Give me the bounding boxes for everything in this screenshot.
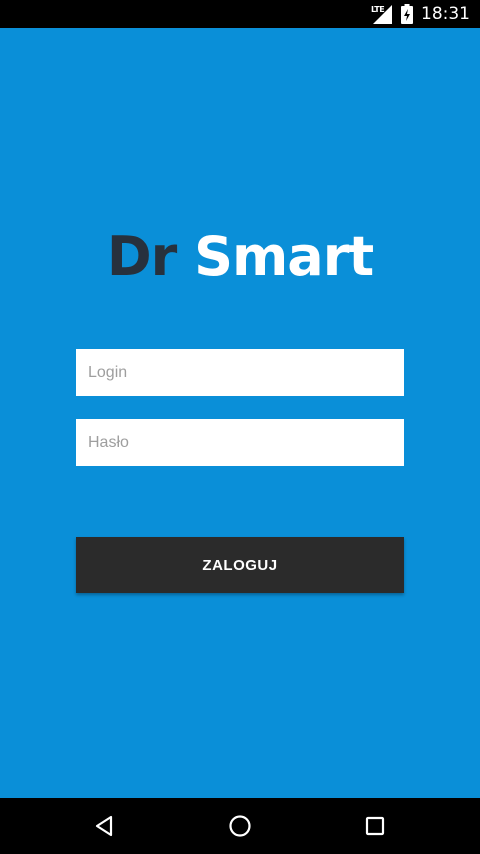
app-logo: Dr Smart — [0, 222, 480, 292]
home-icon — [229, 815, 251, 837]
login-button[interactable]: ZALOGUJ — [76, 537, 404, 593]
back-icon — [95, 815, 113, 837]
back-button[interactable] — [87, 808, 123, 844]
home-button[interactable] — [222, 808, 258, 844]
clock: 18:31 — [421, 4, 470, 24]
status-icons: LTE 18:31 — [371, 0, 470, 28]
password-input[interactable] — [76, 419, 404, 466]
logo-part-dr: Dr — [106, 225, 177, 288]
battery-charging-icon — [401, 4, 413, 24]
logo-part-smart: Smart — [194, 225, 374, 288]
status-bar: LTE 18:31 — [0, 0, 480, 28]
recents-button[interactable] — [357, 808, 393, 844]
signal-icon: LTE — [371, 3, 393, 25]
recents-icon — [365, 816, 385, 836]
navigation-bar — [0, 798, 480, 854]
login-screen: LTE 18:31 Dr Smart ZALOGUJ — [0, 0, 480, 854]
login-input[interactable] — [76, 349, 404, 396]
